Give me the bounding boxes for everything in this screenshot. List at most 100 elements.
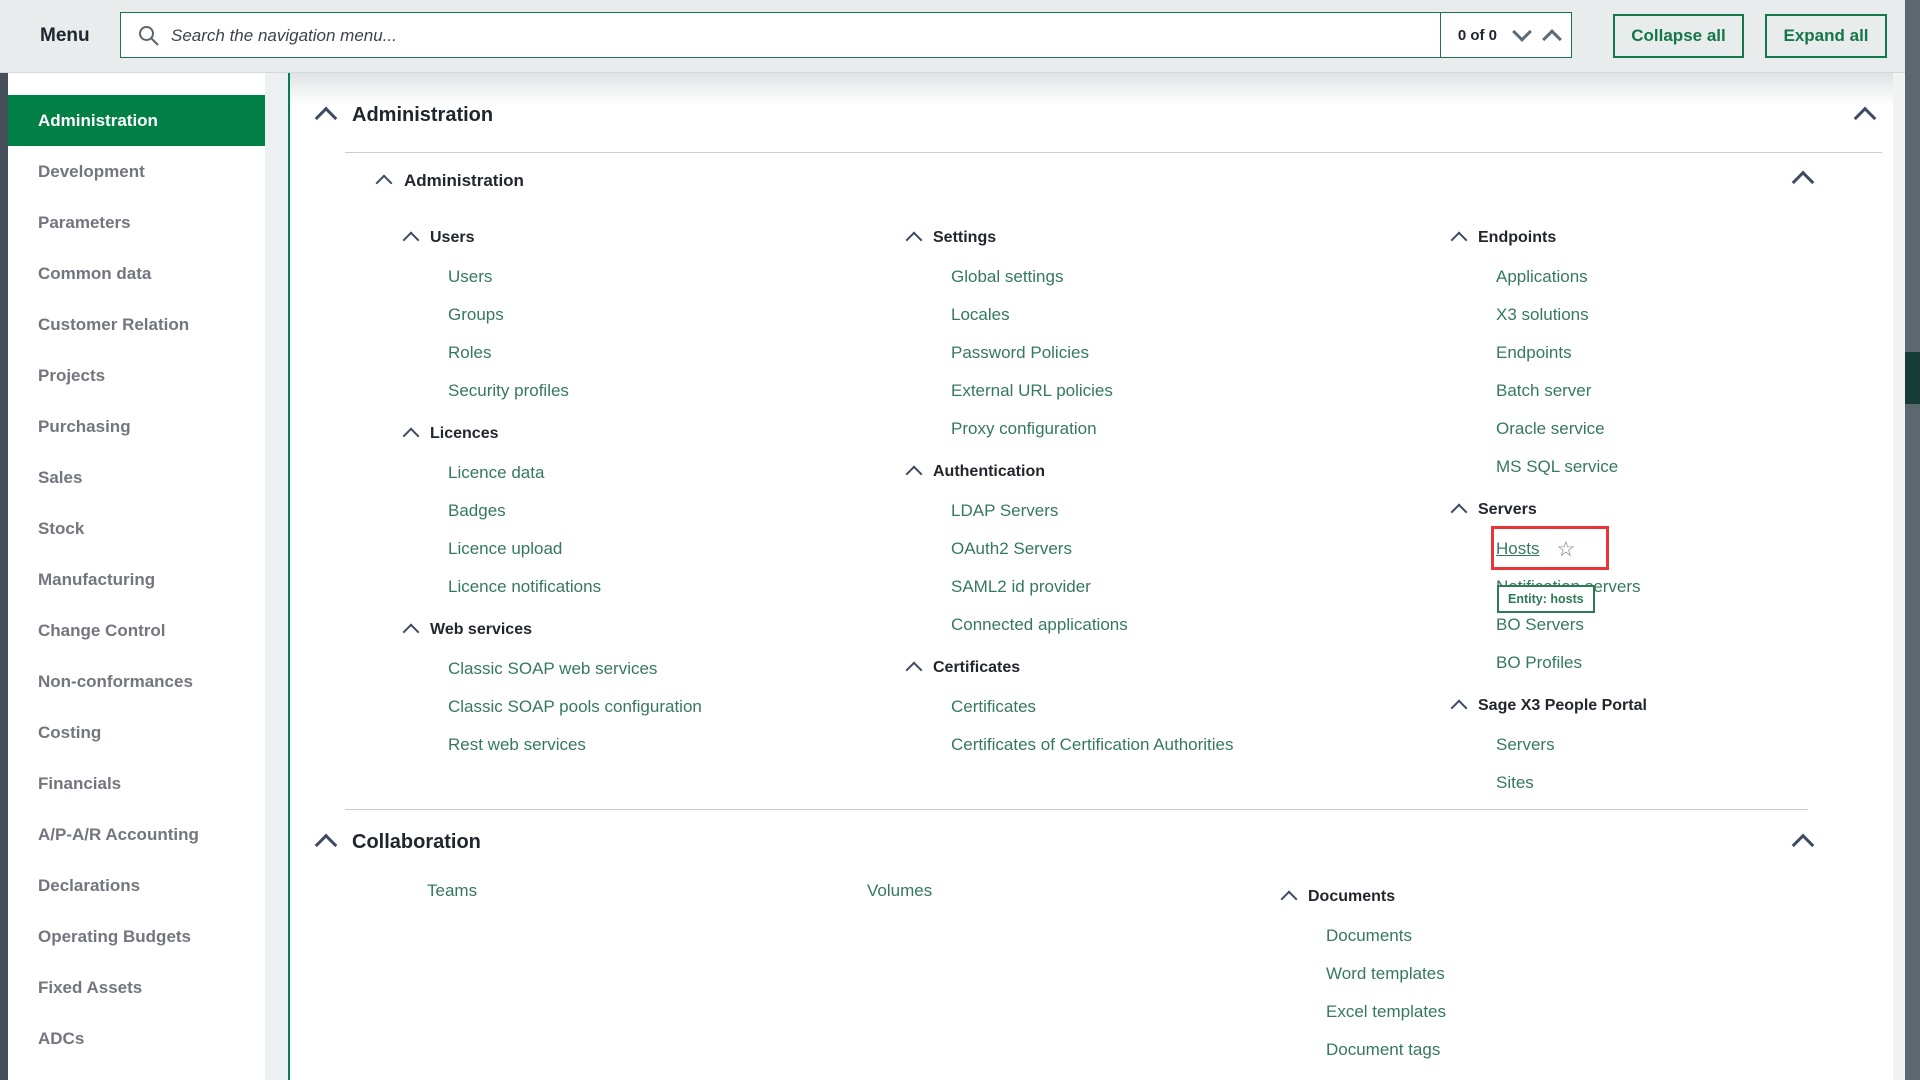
group-header-servers[interactable]: Servers (1453, 490, 1883, 530)
chevron-up-icon[interactable] (376, 175, 393, 192)
nav-link-badges[interactable]: Badges (405, 492, 895, 530)
chevron-up-icon[interactable] (1451, 504, 1468, 521)
sidebar-scrollbar-track[interactable] (265, 72, 288, 1080)
nav-link-security-profiles[interactable]: Security profiles (405, 372, 895, 410)
nav-link-word-templates[interactable]: Word templates (1283, 955, 1713, 993)
admin-column-3: Endpoints Applications X3 solutions Endp… (1453, 218, 1883, 802)
sidebar-item-common-data[interactable]: Common data (8, 248, 265, 299)
group-header-licences[interactable]: Licences (405, 414, 895, 454)
nav-link-volumes[interactable]: Volumes (867, 872, 932, 910)
search-next-chevron-down-icon[interactable] (1512, 22, 1532, 42)
nav-link-oracle-service[interactable]: Oracle service (1453, 410, 1883, 448)
nav-link-applications[interactable]: Applications (1453, 258, 1883, 296)
section-collapse-chevron-up-icon[interactable] (1854, 107, 1877, 130)
nav-link-classic-soap-pools-configuration[interactable]: Classic SOAP pools configuration (405, 688, 895, 726)
nav-link-documents[interactable]: Documents (1283, 917, 1713, 955)
nav-link-certificates-of-certification-authorities[interactable]: Certificates of Certification Authoritie… (908, 726, 1438, 764)
chevron-up-icon[interactable] (1451, 232, 1468, 249)
nav-link-teams[interactable]: Teams (427, 872, 477, 910)
section-header-collaboration[interactable]: Collaboration (318, 825, 481, 859)
group-header-web-services[interactable]: Web services (405, 610, 895, 650)
sidebar-item-declarations[interactable]: Declarations (8, 860, 265, 911)
nav-link-external-url-policies[interactable]: External URL policies (908, 372, 1438, 410)
search-icon (137, 24, 160, 52)
nav-link-licence-data[interactable]: Licence data (405, 454, 895, 492)
sidebar-item-non-conformances[interactable]: Non-conformances (8, 656, 265, 707)
sidebar-item-financials[interactable]: Financials (8, 758, 265, 809)
nav-link-excel-templates[interactable]: Excel templates (1283, 993, 1713, 1031)
sidebar-item-purchasing[interactable]: Purchasing (8, 401, 265, 452)
sidebar-item-fixed-assets[interactable]: Fixed Assets (8, 962, 265, 1013)
nav-link-certificates[interactable]: Certificates (908, 688, 1438, 726)
chevron-up-icon[interactable] (403, 428, 420, 445)
nav-link-portal-sites[interactable]: Sites (1453, 764, 1883, 802)
content-top-gradient (290, 72, 1893, 106)
chevron-up-icon[interactable] (403, 624, 420, 641)
sidebar-item-adcs[interactable]: ADCs (8, 1013, 265, 1064)
sidebar-item-projects[interactable]: Projects (8, 350, 265, 401)
expand-all-button[interactable]: Expand all (1765, 14, 1887, 58)
nav-link-rest-web-services[interactable]: Rest web services (405, 726, 895, 764)
sidebar-item-change-control[interactable]: Change Control (8, 605, 265, 656)
nav-link-password-policies[interactable]: Password Policies (908, 334, 1438, 372)
group-header-endpoints[interactable]: Endpoints (1453, 218, 1883, 258)
chevron-up-icon[interactable] (315, 833, 338, 856)
group-header-users[interactable]: Users (405, 218, 895, 258)
nav-link-ldap-servers[interactable]: LDAP Servers (908, 492, 1438, 530)
nav-link-users[interactable]: Users (405, 258, 895, 296)
favorite-star-icon[interactable]: ☆ (1556, 539, 1575, 560)
sidebar-item-sales[interactable]: Sales (8, 452, 265, 503)
nav-link-connected-applications[interactable]: Connected applications (908, 606, 1438, 644)
sidebar-item-stock[interactable]: Stock (8, 503, 265, 554)
nav-link-groups[interactable]: Groups (405, 296, 895, 334)
search-input[interactable] (169, 14, 1403, 58)
nav-link-classic-soap-web-services[interactable]: Classic SOAP web services (405, 650, 895, 688)
nav-link-proxy-configuration[interactable]: Proxy configuration (908, 410, 1438, 448)
nav-link-bo-profiles[interactable]: BO Profiles (1453, 644, 1883, 682)
subsection-title: Administration (404, 171, 524, 191)
sidebar-item-manufacturing[interactable]: Manufacturing (8, 554, 265, 605)
nav-link-x3-solutions[interactable]: X3 solutions (1453, 296, 1883, 334)
subsection-header-administration[interactable]: Administration (378, 166, 524, 196)
chevron-up-icon[interactable] (403, 232, 420, 249)
page-scrollbar-thumb[interactable] (1905, 352, 1920, 404)
chevron-up-icon[interactable] (1451, 700, 1468, 717)
group-header-certificates[interactable]: Certificates (908, 648, 1438, 688)
chevron-up-icon[interactable] (906, 662, 923, 679)
nav-link-hosts[interactable]: Hosts (1496, 539, 1539, 559)
sidebar-item-operating-budgets[interactable]: Operating Budgets (8, 911, 265, 962)
search-previous-chevron-up-icon[interactable] (1542, 29, 1562, 49)
collapse-all-button[interactable]: Collapse all (1613, 14, 1744, 58)
sidebar-item-customer-relation[interactable]: Customer Relation (8, 299, 265, 350)
sidebar-item-ap-ar-accounting[interactable]: A/P-A/R Accounting (8, 809, 265, 860)
chevron-up-icon[interactable] (1281, 891, 1298, 908)
chevron-up-icon[interactable] (906, 466, 923, 483)
nav-link-licence-notifications[interactable]: Licence notifications (405, 568, 895, 606)
chevron-up-icon[interactable] (906, 232, 923, 249)
section-collapse-chevron-up-icon[interactable] (1792, 834, 1815, 857)
nav-link-locales[interactable]: Locales (908, 296, 1438, 334)
content-scrollbar-track[interactable] (1893, 72, 1905, 1080)
nav-link-endpoints[interactable]: Endpoints (1453, 334, 1883, 372)
nav-link-saml2-id-provider[interactable]: SAML2 id provider (908, 568, 1438, 606)
admin-column-1: Users Users Groups Roles Security profil… (405, 218, 895, 764)
nav-link-document-tags[interactable]: Document tags (1283, 1031, 1713, 1069)
chevron-up-icon[interactable] (315, 106, 338, 129)
nav-link-licence-upload[interactable]: Licence upload (405, 530, 895, 568)
nav-link-ms-sql-service[interactable]: MS SQL service (1453, 448, 1883, 486)
group-header-authentication[interactable]: Authentication (908, 452, 1438, 492)
nav-link-batch-server[interactable]: Batch server (1453, 372, 1883, 410)
group-header-documents[interactable]: Documents (1283, 877, 1713, 917)
section-header-administration[interactable]: Administration (318, 98, 493, 132)
sidebar-item-costing[interactable]: Costing (8, 707, 265, 758)
sidebar-item-development[interactable]: Development (8, 146, 265, 197)
subsection-collapse-chevron-up-icon[interactable] (1792, 171, 1815, 194)
group-header-settings[interactable]: Settings (908, 218, 1438, 258)
nav-link-global-settings[interactable]: Global settings (908, 258, 1438, 296)
sidebar-item-parameters[interactable]: Parameters (8, 197, 265, 248)
nav-link-oauth2-servers[interactable]: OAuth2 Servers (908, 530, 1438, 568)
group-header-sage-x3-people-portal[interactable]: Sage X3 People Portal (1453, 686, 1883, 726)
nav-link-portal-servers[interactable]: Servers (1453, 726, 1883, 764)
nav-link-roles[interactable]: Roles (405, 334, 895, 372)
sidebar-item-administration[interactable]: Administration (8, 95, 265, 146)
